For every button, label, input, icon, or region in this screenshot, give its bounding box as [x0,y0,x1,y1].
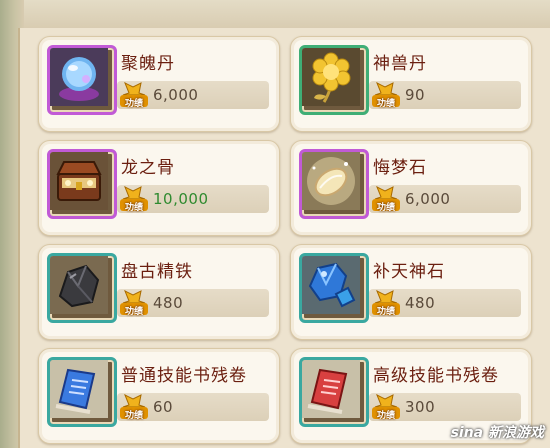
shop-item-card[interactable]: 补天神石 功绩 480 [290,244,532,340]
item-icon-frame [47,253,117,323]
item-name: 补天神石 [373,262,445,282]
shop-panel: 聚魄丹 功绩 6,000 神兽丹 功绩 90 龙之骨 功绩 10,000 悔梦石… [18,28,550,448]
price-bar: 功绩 480 [117,289,269,317]
item-icon-frame [47,45,117,115]
item-price: 60 [153,398,174,416]
treasure-chest-icon [50,152,108,210]
item-name: 悔梦石 [373,158,427,178]
price-bar: 功绩 300 [369,393,521,421]
merit-badge-label: 功绩 [376,203,395,213]
item-price: 480 [153,294,184,312]
price-bar: 功绩 6,000 [117,81,269,109]
dark-ore-icon [50,256,108,314]
merit-badge-label: 功绩 [376,307,395,317]
item-name: 高级技能书残卷 [373,366,499,386]
item-price: 6,000 [405,190,451,208]
price-bar: 功绩 10,000 [117,185,269,213]
item-name: 普通技能书残卷 [121,366,247,386]
shop-item-card[interactable]: 盘古精铁 功绩 480 [38,244,280,340]
shop-item-card[interactable]: 普通技能书残卷 功绩 60 [38,348,280,444]
blue-scroll-icon [50,360,108,418]
shop-item-card[interactable]: 悔梦石 功绩 6,000 [290,140,532,236]
merit-badge-icon: 功绩 [119,185,149,213]
item-name: 神兽丹 [373,54,427,74]
item-price: 10,000 [153,190,209,208]
merit-badge-label: 功绩 [124,307,143,317]
price-bar: 功绩 6,000 [369,185,521,213]
item-icon-frame [47,357,117,427]
merit-badge-icon: 功绩 [119,289,149,317]
item-price: 300 [405,398,436,416]
merit-badge-icon: 功绩 [371,185,401,213]
item-price: 90 [405,86,426,104]
shop-item-card[interactable]: 神兽丹 功绩 90 [290,36,532,132]
price-bar: 功绩 90 [369,81,521,109]
item-price: 480 [405,294,436,312]
merit-badge-icon: 功绩 [371,289,401,317]
shop-item-card[interactable]: 龙之骨 功绩 10,000 [38,140,280,236]
merit-badge-label: 功绩 [124,203,143,213]
item-icon-frame [299,45,369,115]
merit-badge-label: 功绩 [124,99,143,109]
price-bar: 功绩 60 [117,393,269,421]
background-top [0,0,550,30]
merit-badge-icon: 功绩 [371,393,401,421]
crystal-orb-icon [50,48,108,106]
item-name: 盘古精铁 [121,262,193,282]
shop-item-card[interactable]: 聚魄丹 功绩 6,000 [38,36,280,132]
item-name: 聚魄丹 [121,54,175,74]
glowing-stone-icon [302,152,360,210]
merit-badge-icon: 功绩 [119,393,149,421]
merit-badge-icon: 功绩 [371,81,401,109]
merit-badge-label: 功绩 [124,411,143,421]
blue-gem-icon [302,256,360,314]
golden-flower-icon [302,48,360,106]
item-icon-frame [299,357,369,427]
item-icon-frame [47,149,117,219]
sina-watermark: sina 新浪游戏 [450,425,544,441]
merit-badge-label: 功绩 [376,99,395,109]
merit-badge-label: 功绩 [376,411,395,421]
item-icon-frame [299,149,369,219]
item-name: 龙之骨 [121,158,175,178]
red-scroll-icon [302,360,360,418]
item-price: 6,000 [153,86,199,104]
price-bar: 功绩 480 [369,289,521,317]
item-icon-frame [299,253,369,323]
merit-badge-icon: 功绩 [119,81,149,109]
